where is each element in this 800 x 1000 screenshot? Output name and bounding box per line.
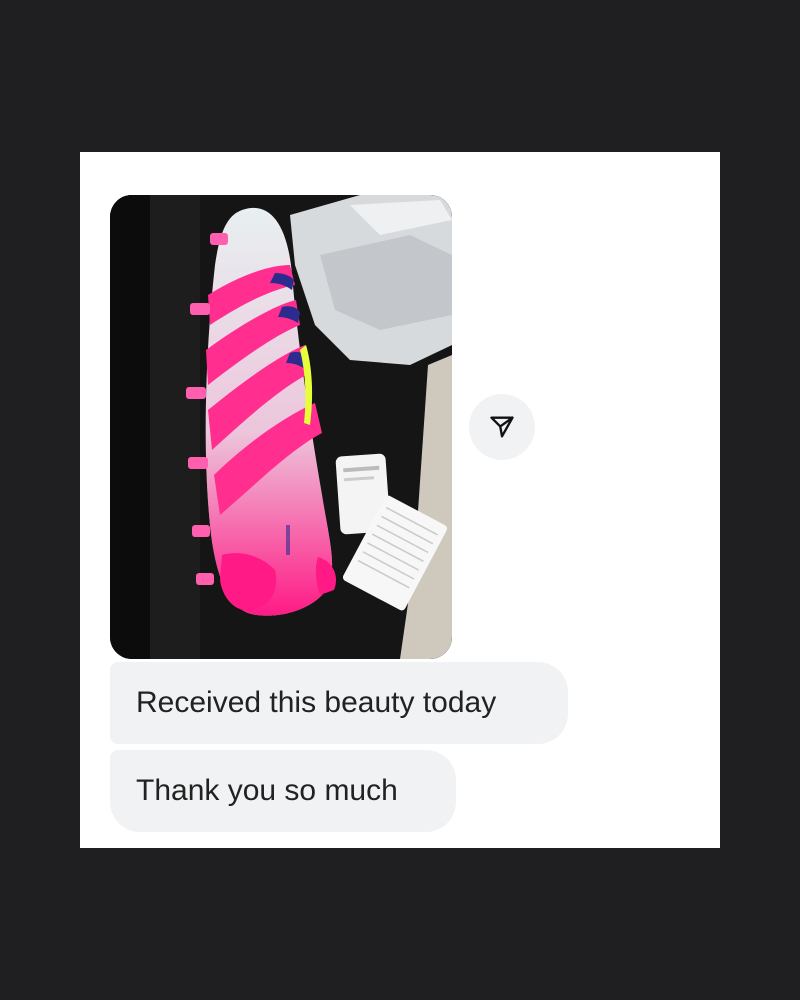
message-text: Thank you so much xyxy=(136,774,398,807)
chat-panel: Received this beauty today Thank you so … xyxy=(80,152,720,848)
photo-message[interactable] xyxy=(110,195,452,659)
send-icon xyxy=(490,416,514,438)
message-bubble[interactable]: Received this beauty today xyxy=(110,662,568,744)
message-text: Received this beauty today xyxy=(136,686,497,719)
message-bubble[interactable]: Thank you so much xyxy=(110,750,456,832)
share-button[interactable] xyxy=(469,394,535,460)
boot-photo xyxy=(110,195,452,659)
